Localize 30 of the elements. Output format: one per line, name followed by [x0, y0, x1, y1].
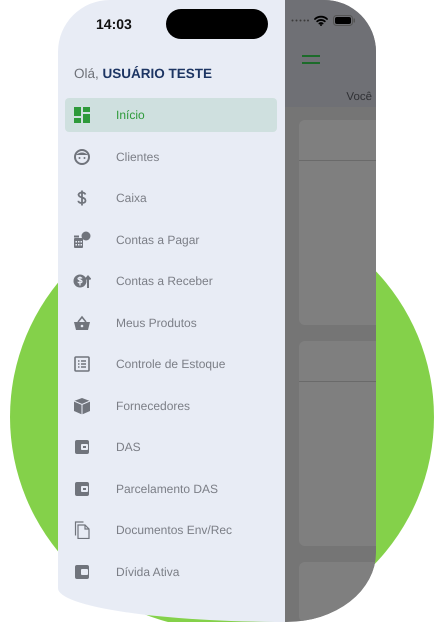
greeting-text: Olá, USUÁRIO TESTE — [74, 66, 214, 81]
wallet-icon — [73, 438, 91, 456]
menu-item[interactable]: Clientes — [65, 140, 277, 174]
menu-item[interactable]: Fornecedores — [65, 388, 277, 422]
menu-item[interactable]: Contas a Receber — [65, 264, 277, 298]
menu-item[interactable]: Parcelamento DAS — [65, 472, 277, 506]
menu-item[interactable]: Controle de Estoque — [65, 347, 277, 381]
list-icon — [73, 355, 91, 373]
coin-arrow-icon — [73, 272, 91, 290]
menu-item[interactable]: Contas a Pagar — [65, 222, 277, 256]
battery-icon — [333, 14, 355, 26]
status-time: 14:03 — [96, 16, 132, 32]
menu-item[interactable]: Meus Produtos — [65, 306, 277, 340]
box-icon — [73, 396, 91, 414]
calculator-icon — [73, 230, 91, 248]
menu-item[interactable]: Documentos Env/Rec — [65, 513, 277, 547]
wifi-icon — [314, 14, 328, 26]
menu-item[interactable]: Caixa — [65, 181, 277, 215]
document-icon — [73, 521, 91, 539]
menu-item[interactable]: DAS — [65, 430, 277, 464]
wallet-icon — [73, 480, 91, 498]
menu-item[interactable]: Início — [65, 98, 277, 132]
face-icon — [73, 148, 91, 166]
signal-icon — [291, 18, 309, 22]
wallet-icon — [73, 562, 91, 580]
welcome-text: Você — [346, 91, 372, 103]
menu-icon[interactable] — [302, 55, 320, 64]
menu-item[interactable]: Dívida Ativa — [65, 554, 277, 588]
dashboard-icon — [73, 106, 91, 124]
basket-icon — [73, 314, 91, 332]
